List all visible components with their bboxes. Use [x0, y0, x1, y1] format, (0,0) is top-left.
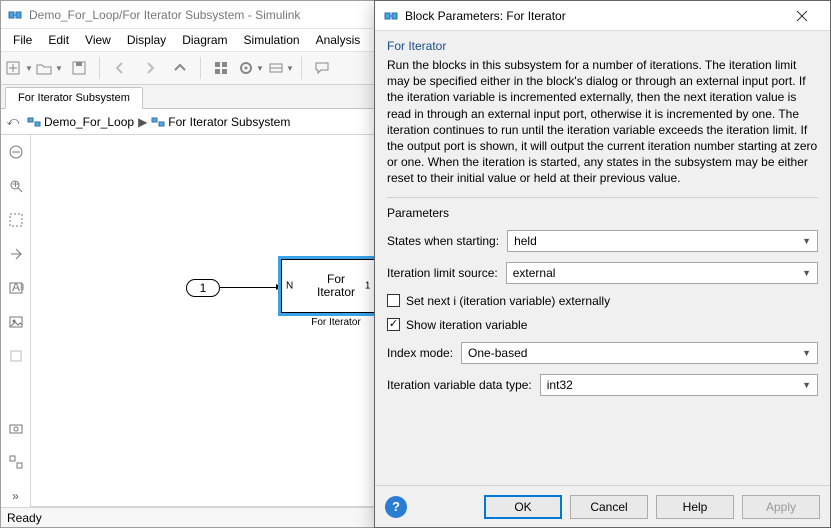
comment-button[interactable]: [308, 55, 336, 81]
states-value: held: [514, 234, 537, 248]
dialog-description: Run the blocks in this subsystem for a n…: [387, 57, 818, 187]
fit-to-view-icon[interactable]: [5, 209, 27, 231]
breadcrumb-child-label: For Iterator Subsystem: [168, 115, 290, 129]
chevron-down-icon: ▼: [802, 268, 811, 278]
subsystem-icon: [151, 115, 165, 129]
library-browser-button[interactable]: [207, 55, 235, 81]
breadcrumb-child[interactable]: For Iterator Subsystem: [149, 115, 292, 129]
chevron-right-icon: ▶: [136, 115, 149, 129]
model-data-icon[interactable]: [5, 451, 27, 473]
log-signals-button[interactable]: ▼: [267, 55, 295, 81]
simulink-app-icon: [7, 7, 23, 23]
zoom-fit-icon[interactable]: +: [5, 175, 27, 197]
apply-button[interactable]: Apply: [742, 495, 820, 519]
index-mode-value: One-based: [468, 346, 527, 360]
toggle-perspectives-icon[interactable]: [5, 243, 27, 265]
breadcrumb-root-label: Demo_For_Loop: [44, 115, 134, 129]
param-row-states: States when starting: held ▼: [387, 230, 818, 252]
tab-subsystem[interactable]: For Iterator Subsystem: [5, 87, 143, 109]
param-row-show-iter: Show iteration variable: [387, 318, 818, 332]
svg-text:A≡: A≡: [12, 280, 24, 294]
svg-text:+: +: [12, 178, 19, 191]
inport-block[interactable]: 1: [186, 279, 220, 297]
chevron-down-icon: ▼: [256, 64, 264, 73]
dialog-body: For Iterator Run the blocks in this subs…: [375, 31, 830, 485]
dtype-combobox[interactable]: int32 ▼: [540, 374, 818, 396]
inport-label: 1: [200, 281, 207, 295]
set-next-label: Set next i (iteration variable) external…: [406, 294, 610, 308]
menu-view[interactable]: View: [77, 31, 119, 49]
states-combobox[interactable]: held ▼: [507, 230, 818, 252]
dialog-close-button[interactable]: [782, 2, 822, 30]
status-text: Ready: [7, 511, 42, 525]
chevron-down-icon: ▼: [25, 64, 33, 73]
dialog-title: Block Parameters: For Iterator: [405, 9, 782, 23]
limit-source-combobox[interactable]: external ▼: [506, 262, 818, 284]
dialog-titlebar: Block Parameters: For Iterator: [375, 1, 830, 31]
menu-simulation[interactable]: Simulation: [236, 31, 308, 49]
show-iter-checkbox[interactable]: [387, 318, 400, 331]
whats-this-icon[interactable]: ?: [385, 496, 407, 518]
save-button[interactable]: [65, 55, 93, 81]
limit-source-label: Iteration limit source:: [387, 266, 498, 280]
simulink-app-icon: [383, 8, 399, 24]
up-button[interactable]: [166, 55, 194, 81]
breadcrumb-history-button[interactable]: ⤺: [1, 110, 25, 134]
annotation-icon[interactable]: A≡: [5, 277, 27, 299]
menu-display[interactable]: Display: [119, 31, 174, 49]
area-icon[interactable]: [5, 345, 27, 367]
limit-source-value: external: [513, 266, 556, 280]
iterator-left-port-label: N: [286, 281, 293, 292]
back-button[interactable]: [106, 55, 134, 81]
menu-analysis[interactable]: Analysis: [308, 31, 369, 49]
new-model-button[interactable]: ▼: [5, 55, 33, 81]
chevron-down-icon: ▼: [286, 64, 294, 73]
menu-diagram[interactable]: Diagram: [174, 31, 235, 49]
chevron-down-icon: ▼: [55, 64, 63, 73]
menu-edit[interactable]: Edit: [40, 31, 77, 49]
parameters-heading: Parameters: [387, 197, 818, 220]
hide-browser-icon[interactable]: [5, 141, 27, 163]
forward-button[interactable]: [136, 55, 164, 81]
param-row-set-next: Set next i (iteration variable) external…: [387, 294, 818, 308]
chevron-down-icon: ▼: [802, 380, 811, 390]
set-next-checkbox[interactable]: [387, 294, 400, 307]
dialog-footer: ? OK Cancel Help Apply: [375, 485, 830, 527]
help-button[interactable]: Help: [656, 495, 734, 519]
index-mode-label: Index mode:: [387, 346, 453, 360]
model-config-button[interactable]: ▼: [237, 55, 265, 81]
model-icon: [27, 115, 41, 129]
cancel-button[interactable]: Cancel: [570, 495, 648, 519]
signal-line[interactable]: [220, 287, 281, 288]
param-row-limit-source: Iteration limit source: external ▼: [387, 262, 818, 284]
breadcrumb-root[interactable]: Demo_For_Loop: [25, 115, 136, 129]
side-palette: + A≡ »: [1, 135, 31, 507]
open-button[interactable]: ▼: [35, 55, 63, 81]
dialog-section-heading: For Iterator: [387, 39, 818, 53]
dtype-value: int32: [547, 378, 573, 392]
ok-button[interactable]: OK: [484, 495, 562, 519]
block-parameters-dialog: Block Parameters: For Iterator For Itera…: [374, 0, 831, 528]
param-row-dtype: Iteration variable data type: int32 ▼: [387, 374, 818, 396]
screenshot-icon[interactable]: [5, 417, 27, 439]
show-iter-label: Show iteration variable: [406, 318, 527, 332]
expand-icon[interactable]: »: [5, 485, 27, 507]
dtype-label: Iteration variable data type:: [387, 378, 532, 392]
close-icon: [796, 10, 808, 22]
chevron-down-icon: ▼: [802, 236, 811, 246]
menu-file[interactable]: File: [5, 31, 40, 49]
index-mode-combobox[interactable]: One-based ▼: [461, 342, 818, 364]
image-icon[interactable]: [5, 311, 27, 333]
chevron-down-icon: ▼: [802, 348, 811, 358]
states-label: States when starting:: [387, 234, 499, 248]
param-row-index-mode: Index mode: One-based ▼: [387, 342, 818, 364]
